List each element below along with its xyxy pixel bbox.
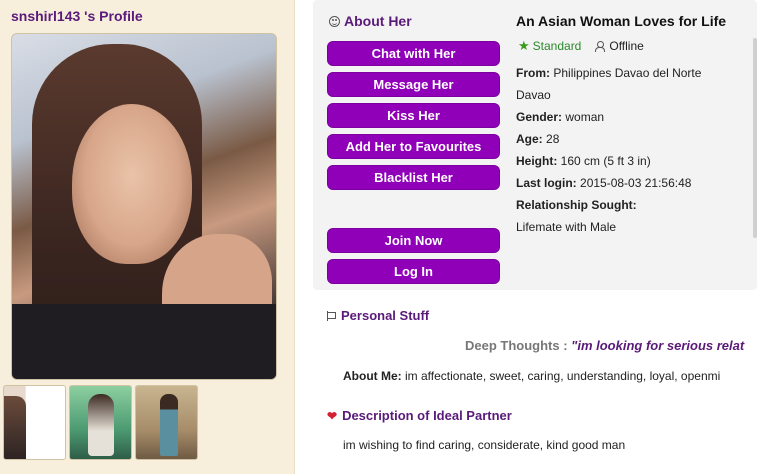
ideal-partner-heading: ❤ Description of Ideal Partner — [327, 408, 512, 423]
about-her-box: About Her Chat with Her Message Her Kiss… — [313, 0, 757, 290]
from-value-2: Davao — [516, 88, 551, 102]
age-value: 28 — [546, 132, 560, 146]
photo-shirt-shape — [12, 304, 276, 379]
person-icon — [595, 40, 606, 52]
chat-button[interactable]: Chat with Her — [327, 41, 500, 66]
ideal-partner-label: Description of Ideal Partner — [342, 408, 512, 423]
height-row: Height: 160 cm (5 ft 3 in) — [516, 154, 651, 168]
height-label: Height: — [516, 154, 558, 168]
blacklist-button[interactable]: Blacklist Her — [327, 165, 500, 190]
star-icon: ★ — [518, 38, 530, 53]
join-now-button[interactable]: Join Now — [327, 228, 500, 253]
relationship-label: Relationship Sought: — [516, 198, 637, 212]
deep-thoughts-label: Deep Thoughts : — [465, 338, 568, 353]
profile-content: About Her Chat with Her Message Her Kiss… — [305, 0, 757, 474]
profile-title: snshirl143 's Profile — [11, 8, 143, 24]
deep-thoughts-value: "im looking for serious relat — [571, 338, 745, 353]
from-row: From: Philippines Davao del Norte — [516, 66, 701, 80]
age-label: Age: — [516, 132, 543, 146]
height-value: 160 cm (5 ft 3 in) — [560, 154, 651, 168]
last-login-label: Last login: — [516, 176, 577, 190]
login-button[interactable]: Log In — [327, 259, 500, 284]
about-me-value: im affectionate, sweet, caring, understa… — [405, 369, 721, 383]
relationship-label-text: Relationship Sought: — [516, 198, 637, 212]
flag-icon — [327, 310, 336, 321]
add-favourites-button[interactable]: Add Her to Favourites — [327, 134, 500, 159]
online-status: Offline — [609, 39, 644, 53]
from-label: From: — [516, 66, 550, 80]
profile-headline: An Asian Woman Loves for Life — [516, 13, 727, 29]
message-button[interactable]: Message Her — [327, 72, 500, 97]
personal-stuff-heading: Personal Stuff — [327, 308, 429, 323]
photo-thumbnail[interactable] — [135, 385, 198, 460]
gender-label: Gender: — [516, 110, 563, 124]
about-me-row: About Me: im affectionate, sweet, caring… — [343, 369, 720, 383]
heart-icon: ❤ — [327, 408, 338, 423]
about-her-label: About Her — [344, 13, 412, 29]
photo-thumbnails — [3, 385, 198, 460]
personal-stuff-label: Personal Stuff — [341, 308, 430, 323]
photo-thumbnail[interactable] — [69, 385, 132, 460]
status-row: ★ Standard Offline — [518, 38, 644, 54]
photo-thumbnail[interactable] — [3, 385, 66, 460]
main-profile-photo[interactable] — [11, 33, 277, 380]
photo-face-shape — [72, 104, 192, 264]
about-me-label: About Me: — [343, 369, 402, 383]
last-login-row: Last login: 2015-08-03 21:56:48 — [516, 176, 691, 190]
deep-thoughts-row: Deep Thoughts : "im looking for serious … — [465, 338, 744, 353]
about-her-heading: About Her — [329, 13, 412, 29]
gender-value: woman — [565, 110, 605, 124]
ideal-partner-text: im wishing to find caring, considerate, … — [343, 438, 626, 452]
profile-sidebar: snshirl143 's Profile — [0, 0, 295, 474]
info-scrollbar[interactable] — [753, 38, 757, 238]
last-login-value: 2015-08-03 21:56:48 — [580, 176, 692, 190]
age-row: Age: 28 — [516, 132, 559, 146]
kiss-button[interactable]: Kiss Her — [327, 103, 500, 128]
membership-badge: Standard — [532, 39, 582, 53]
relationship-value: Lifemate with Male — [516, 220, 617, 234]
gender-row: Gender: woman — [516, 110, 604, 124]
smiley-icon — [329, 15, 340, 27]
from-value: Philippines Davao del Norte — [553, 66, 702, 80]
